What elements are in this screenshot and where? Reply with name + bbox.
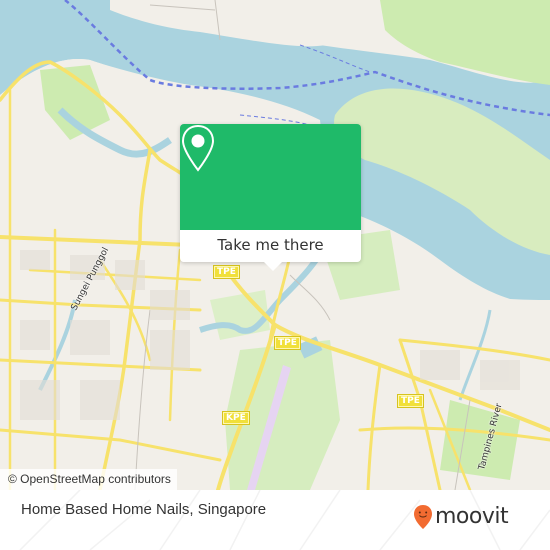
popup-caret xyxy=(264,262,282,271)
take-me-there-popup[interactable]: Take me there xyxy=(180,124,361,271)
moovit-logo[interactable]: moovit xyxy=(413,504,509,530)
moovit-brand-name: moovit xyxy=(435,504,509,529)
location-pin-icon xyxy=(181,124,215,172)
map-view[interactable]: TPE TPE TPE KPE Sungei Punggol Tampines … xyxy=(0,0,550,490)
highway-shield-kpe: KPE xyxy=(222,411,250,425)
map-attribution[interactable]: © OpenStreetMap contributors xyxy=(0,469,177,490)
place-name: Home Based Home Nails, Singapore xyxy=(21,501,267,518)
highway-shield-tpe: TPE xyxy=(213,265,240,279)
highway-shield-tpe: TPE xyxy=(274,336,301,350)
take-me-there-button[interactable]: Take me there xyxy=(180,230,361,262)
moovit-pin-logo-icon xyxy=(414,505,432,529)
highway-shield-tpe: TPE xyxy=(397,394,424,408)
popup-header xyxy=(180,124,361,230)
footer-bar: Home Based Home Nails, Singapore moovit xyxy=(0,490,550,550)
